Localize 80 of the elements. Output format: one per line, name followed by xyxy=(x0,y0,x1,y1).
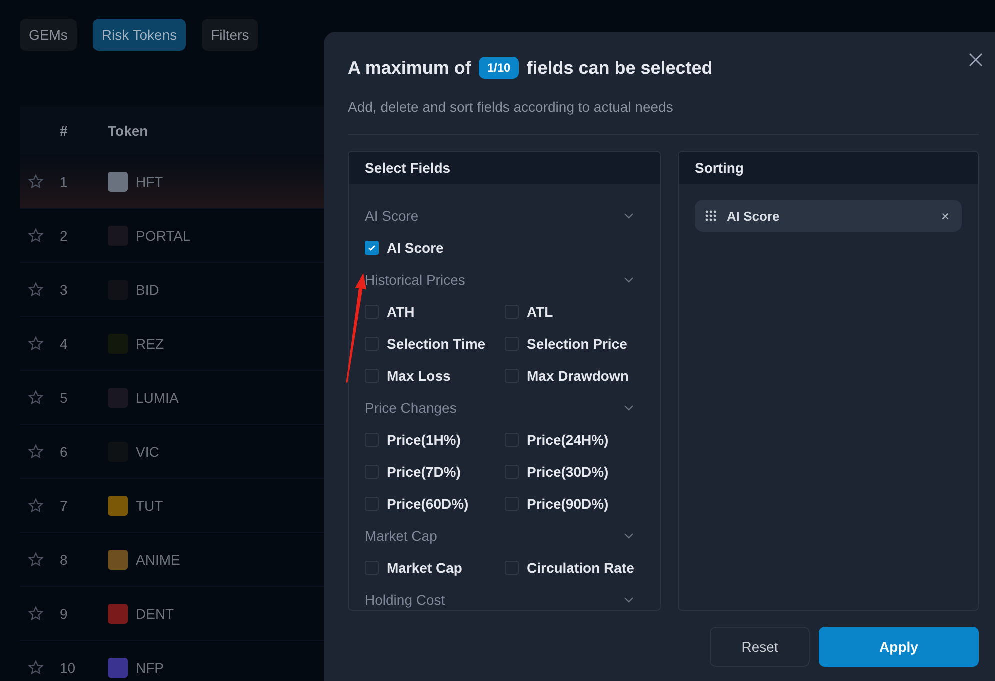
star-icon[interactable] xyxy=(28,336,44,352)
option-label: Price(24H%) xyxy=(527,432,609,448)
option-label: Price(60D%) xyxy=(387,496,469,512)
rank-cell-text: 3 xyxy=(60,282,69,298)
group-title: Historical Prices xyxy=(365,272,466,288)
option-label: ATH xyxy=(387,304,415,320)
group-title: Market Cap xyxy=(365,528,438,544)
filter-tab[interactable]: Risk Tokens xyxy=(92,19,186,51)
option-label: Max Loss xyxy=(387,368,451,384)
token-name: VIC xyxy=(136,444,160,460)
option-label: Max Drawdown xyxy=(527,368,629,384)
reset-button[interactable]: Reset xyxy=(710,627,810,667)
table-row[interactable]: 4 REZ xyxy=(20,317,324,371)
star-icon[interactable] xyxy=(28,498,44,514)
token-name: DENT xyxy=(136,606,174,622)
table-row[interactable]: 8 ANIME xyxy=(20,533,324,587)
option-label: AI Score xyxy=(387,240,444,256)
rank-cell-text: 10 xyxy=(60,660,77,676)
dialog-title: fields can be selected xyxy=(526,58,713,78)
count-badge: 1/10 xyxy=(479,57,519,79)
token-name: NFP xyxy=(136,660,164,676)
close-icon[interactable] xyxy=(968,52,984,68)
panel-header: Select Fields xyxy=(349,152,660,184)
token-name: LUMIA xyxy=(136,390,179,406)
filter-tab[interactable]: Filters xyxy=(202,19,258,51)
apply-button[interactable]: Apply xyxy=(819,627,979,667)
drag-handle-icon[interactable] xyxy=(704,210,717,222)
token-name: TUT xyxy=(136,498,164,514)
star-icon[interactable] xyxy=(28,444,44,460)
checkbox[interactable] xyxy=(365,241,379,255)
star-icon[interactable] xyxy=(28,390,44,406)
group-title: Price Changes xyxy=(365,400,457,416)
option-label: ATL xyxy=(527,304,554,320)
sort-item[interactable]: AI Score xyxy=(694,200,962,232)
rank-cell-text: 6 xyxy=(60,444,69,460)
filter-tab[interactable]: GEMs xyxy=(20,19,77,51)
table-row[interactable]: 10 NFP xyxy=(20,641,324,681)
option-label: Price(30D%) xyxy=(527,464,609,480)
table-row[interactable]: 9 DENT xyxy=(20,587,324,641)
sort-item-label: AI Score xyxy=(726,208,781,224)
option-label: Price(90D%) xyxy=(527,496,609,512)
group-title: Holding Cost xyxy=(365,592,446,608)
checkmark-icon xyxy=(367,243,377,253)
remove-icon[interactable] xyxy=(941,212,950,220)
rank-cell-text: 7 xyxy=(60,498,69,514)
option-label: Selection Price xyxy=(527,336,628,352)
token-name: HFT xyxy=(136,174,164,190)
token-name: PORTAL xyxy=(136,228,191,244)
option-label: Price(1H%) xyxy=(387,432,461,448)
table-row[interactable]: 5 LUMIA xyxy=(20,371,324,425)
rank-cell-text: 4 xyxy=(60,336,69,352)
table-row[interactable]: 3 BID xyxy=(20,263,324,317)
star-icon[interactable] xyxy=(28,282,44,298)
table-row[interactable]: 6 VIC xyxy=(20,425,324,479)
group-title: AI Score xyxy=(365,208,419,224)
option-label: Circulation Rate xyxy=(527,560,634,576)
rank-cell-text: 1 xyxy=(60,174,69,190)
token-name: ANIME xyxy=(136,552,180,568)
star-icon[interactable] xyxy=(28,660,44,676)
table-row[interactable]: 2 PORTAL xyxy=(20,209,324,263)
rank-cell-text: 9 xyxy=(60,606,69,622)
option-label: Price(7D%) xyxy=(387,464,461,480)
option-label: Market Cap xyxy=(387,560,462,576)
rank-cell-text: 8 xyxy=(60,552,69,568)
dialog-title: A maximum of xyxy=(348,58,472,78)
column-header: # xyxy=(60,123,69,139)
column-header: Token xyxy=(108,123,148,139)
option-label: Selection Time xyxy=(387,336,486,352)
panel-header: Sorting xyxy=(678,152,978,184)
star-icon[interactable] xyxy=(28,606,44,622)
dialog-subtitle: Add, delete and sort fields according to actual needs xyxy=(348,99,674,115)
table-row[interactable]: 7 TUT xyxy=(20,479,324,533)
star-icon[interactable] xyxy=(28,174,44,190)
star-icon[interactable] xyxy=(28,552,44,568)
table-row[interactable]: 1 HFT xyxy=(20,155,324,209)
rank-cell-text: 2 xyxy=(60,228,69,244)
token-name: REZ xyxy=(136,336,164,352)
star-icon[interactable] xyxy=(28,228,44,244)
rank-cell-text: 5 xyxy=(60,390,69,406)
token-name: BID xyxy=(136,282,160,298)
